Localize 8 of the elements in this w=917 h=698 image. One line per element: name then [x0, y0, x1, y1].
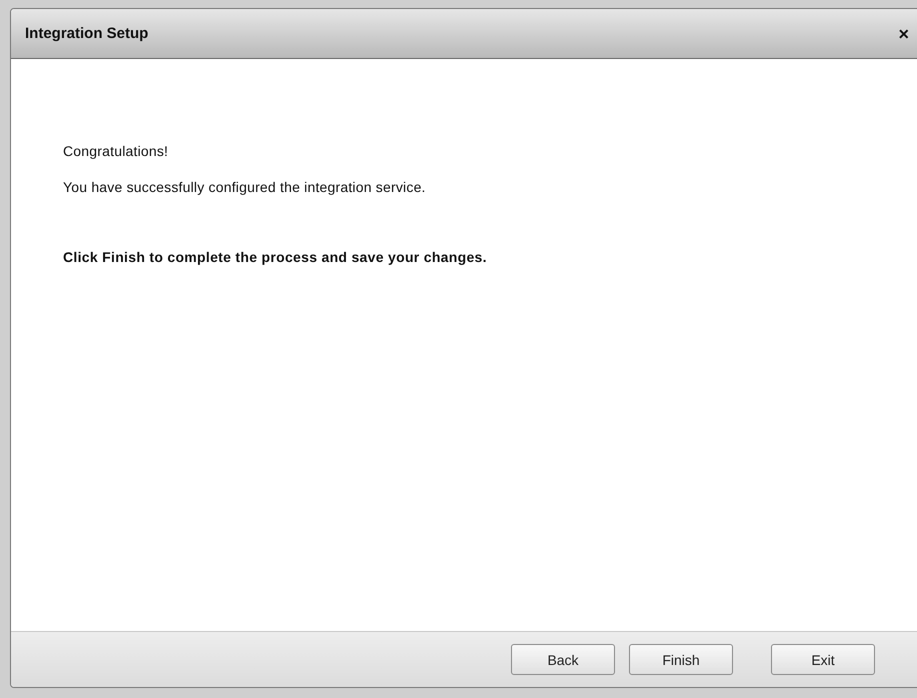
- message-text: Congratulations!: [63, 143, 170, 159]
- nav-button[interactable]: Finish: [629, 644, 733, 675]
- message-text: Click Finish to complete the process and save your changes.: [63, 249, 488, 265]
- window-title: Integration Setup: [25, 25, 148, 42]
- close-button[interactable]: ×: [896, 24, 911, 42]
- nav-button[interactable]: Back: [511, 644, 615, 675]
- exit-button[interactable]: Exit: [771, 644, 875, 675]
- message-text: You have successfully configured the integration service.: [63, 179, 427, 195]
